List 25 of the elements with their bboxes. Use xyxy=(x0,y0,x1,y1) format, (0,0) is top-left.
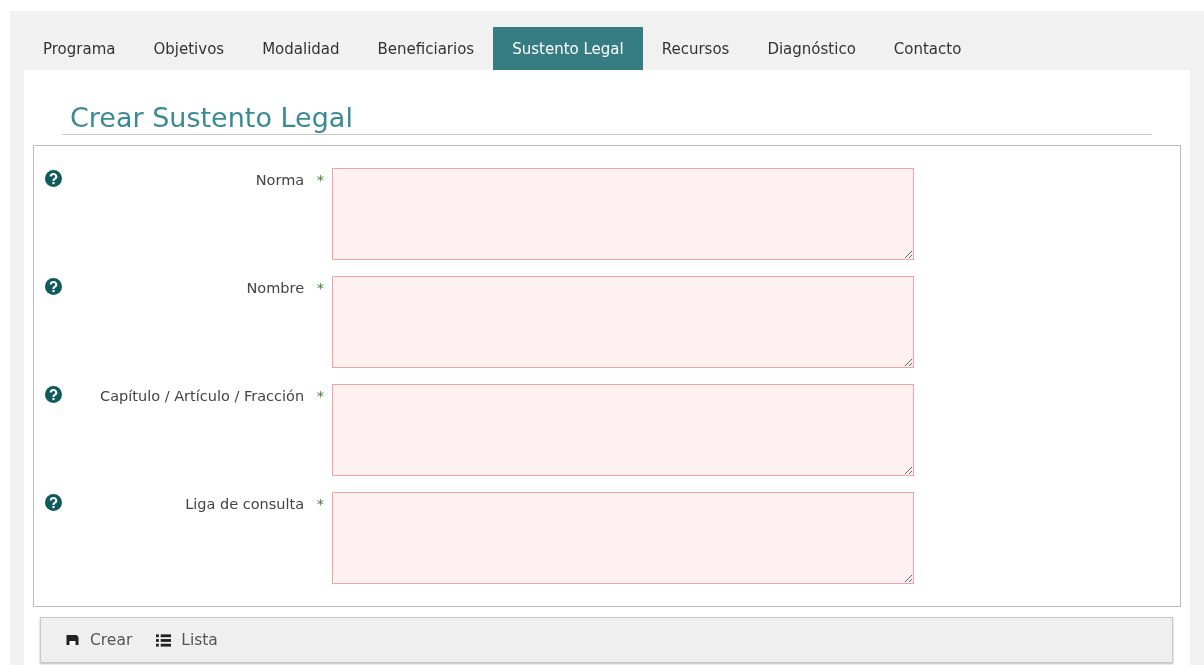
help-icon[interactable] xyxy=(45,170,62,187)
tab[interactable]: Programa xyxy=(24,27,135,70)
required-mark: * xyxy=(316,388,324,404)
tab[interactable]: Beneficiarios xyxy=(358,27,494,70)
required-mark: * xyxy=(316,172,324,188)
help-icon[interactable] xyxy=(45,386,62,403)
required-mark: * xyxy=(316,496,324,512)
field-label: Nombre xyxy=(246,280,305,296)
form-title: Crear Sustento Legal xyxy=(62,70,1152,135)
help-icon[interactable] xyxy=(45,494,62,511)
field-label: Capítulo / Artículo / Fracción xyxy=(100,388,305,404)
help-icon[interactable] xyxy=(45,278,62,295)
field-label: Liga de consulta xyxy=(185,496,305,512)
tab[interactable]: Modalidad xyxy=(243,27,359,70)
create-button[interactable]: Crear xyxy=(55,627,143,653)
tab[interactable]: Recursos xyxy=(642,27,749,70)
save-icon xyxy=(65,633,80,647)
field-label: Norma xyxy=(255,172,305,188)
tab[interactable]: Diagnóstico xyxy=(748,27,875,70)
tab[interactable]: Objetivos xyxy=(134,27,244,70)
list-icon xyxy=(156,633,172,647)
tab[interactable]: Contacto xyxy=(874,27,981,70)
required-mark: * xyxy=(316,280,324,296)
list-button[interactable]: Lista xyxy=(146,627,228,653)
tab[interactable]: Sustento Legal xyxy=(493,27,643,70)
